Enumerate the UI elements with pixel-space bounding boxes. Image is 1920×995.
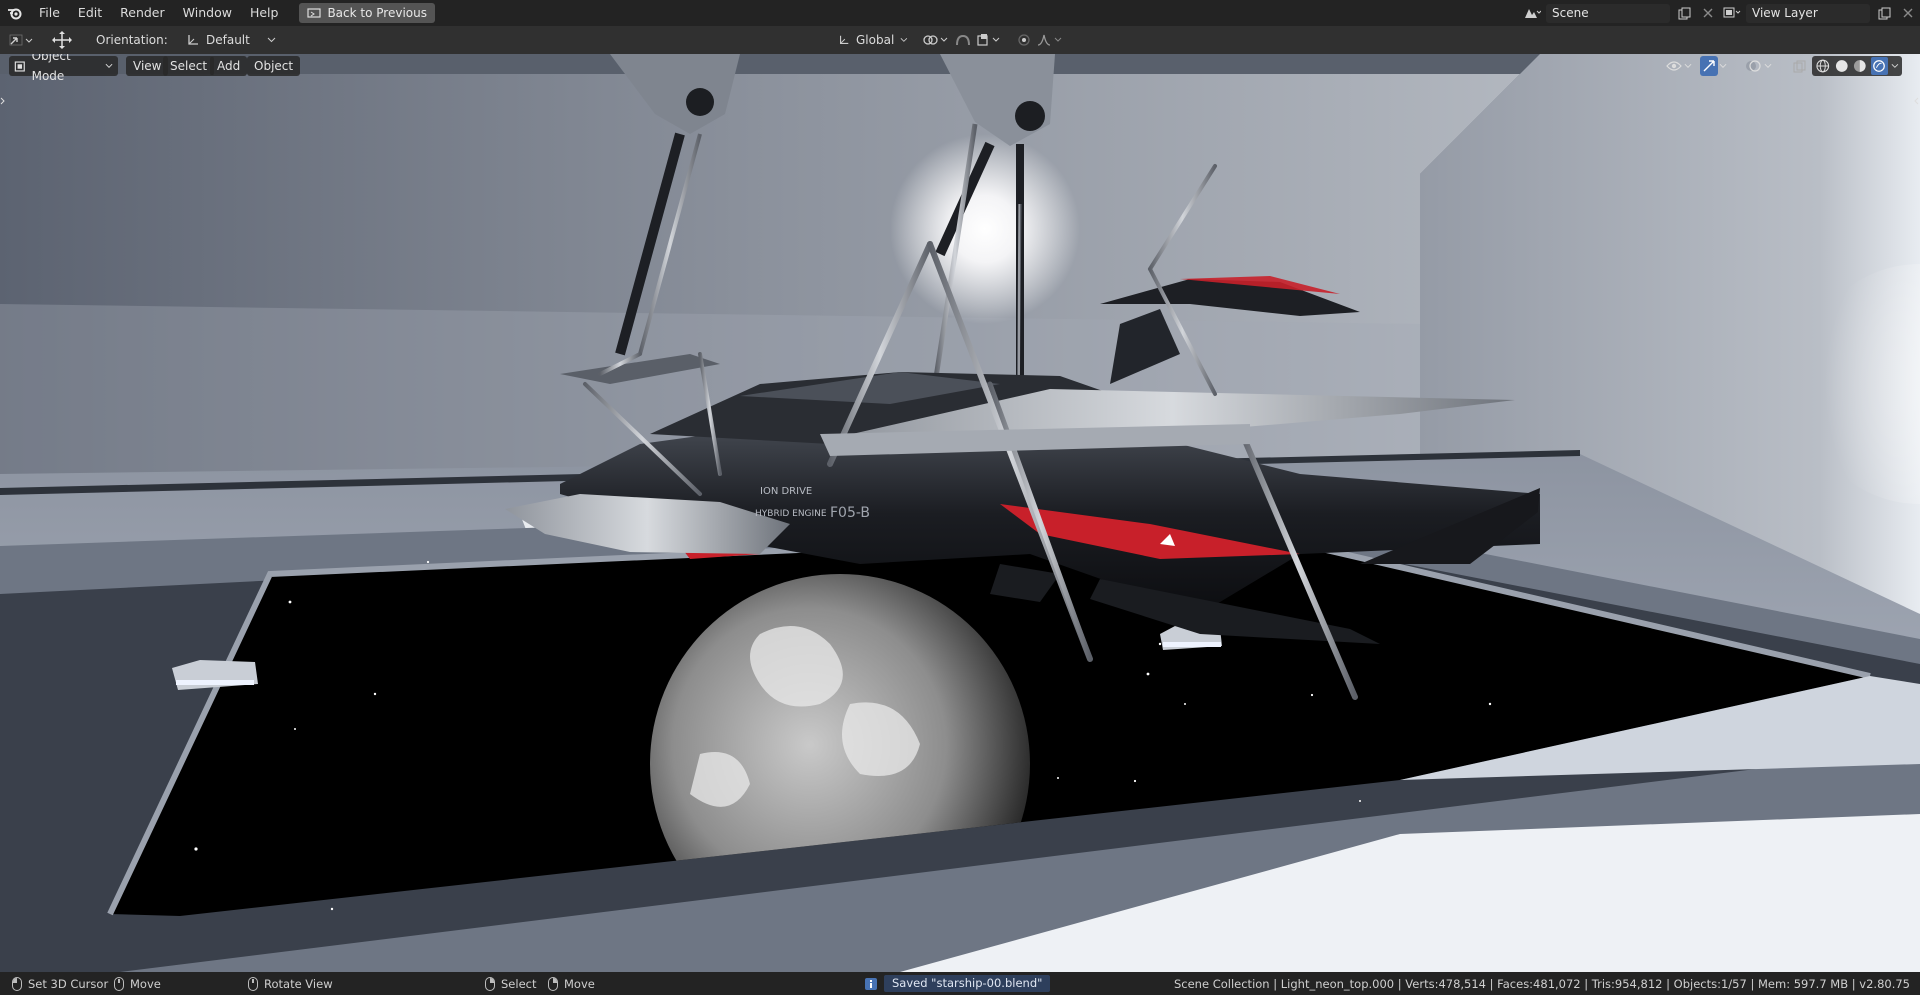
viewport-menu-object[interactable]: Object [247,56,301,76]
sidebar-collapse-arrow-icon[interactable] [1912,94,1920,108]
top-bar: File Edit Render Window Help Back to Pre… [0,0,1920,26]
object-mode-label: Object Mode [31,54,71,83]
toolbar-collapse-arrow-icon[interactable] [0,94,6,108]
chevron-down-icon [1684,63,1692,68]
link-icon [923,35,948,45]
scene-name-field[interactable]: Scene [1546,3,1670,23]
new-scene-icon[interactable] [1674,4,1694,23]
shading-mode-group [1812,56,1902,76]
pivot-point-dropdown[interactable] [922,30,950,50]
menu-help[interactable]: Help [241,3,288,23]
menu-file[interactable]: File [30,3,69,23]
status-hint-cursor-label: Set 3D Cursor [28,976,109,991]
chevron-down-icon [900,37,908,42]
chevron-down-icon [1719,63,1727,68]
object-mode-dropdown[interactable]: Object Mode [9,54,118,83]
mouse-right-drag-icon [548,976,558,991]
saved-message: Saved "starship-00.blend" [884,975,1051,992]
visibility-dropdown[interactable] [1662,56,1696,76]
back-to-previous-label: Back to Previous [327,6,427,20]
wireframe-shading-icon[interactable] [1815,58,1831,74]
snap-toggle-icon[interactable] [954,30,972,50]
status-hint-move-2: Move [548,972,595,995]
viewport-menu-add[interactable]: Add [210,56,248,76]
3d-viewport[interactable]: ION DRIVE HYBRID ENGINE F05-B Object Mod… [0,54,1920,972]
xray-toggle-icon[interactable] [1790,56,1808,76]
info-icon [865,977,877,990]
menu-edit[interactable]: Edit [69,3,111,23]
new-view-layer-icon[interactable] [1874,4,1894,23]
snap-increment-icon [977,34,1000,46]
scene-selector: Scene [1522,3,1718,23]
menu-render[interactable]: Render [111,3,174,23]
falloff-curve-icon [1037,34,1062,46]
editor-type-dropdown[interactable] [8,30,34,50]
status-message: Saved "starship-00.blend" [864,972,1051,995]
scene-browse-icon[interactable] [1522,4,1542,23]
axis-icon [188,35,198,45]
editor-type-icon [9,34,33,46]
orientation-value: Default [206,33,250,47]
hull-drive-text: ION DRIVE [760,486,812,497]
delete-view-layer-icon[interactable] [1898,4,1918,23]
hull-engine-text: HYBRID ENGINE [755,509,827,519]
screen-icon [307,7,322,18]
mouse-middle-icon [248,976,258,991]
gizmo-dropdown[interactable] [1719,56,1733,76]
status-hint-move-label: Move [130,976,161,991]
status-bar: Set 3D Cursor Move Rotate View Select Mo… [0,972,1920,995]
chevron-down-icon [1764,63,1772,68]
status-hint-select-label: Select [501,976,537,991]
chevron-down-icon[interactable] [1891,63,1899,69]
mouse-drag-icon [114,976,124,991]
object-mode-icon [14,60,25,72]
status-hint-select: Select [485,972,536,995]
view-layer-name-field[interactable]: View Layer [1746,3,1870,23]
rendered-shading-icon[interactable] [1870,57,1889,75]
proportional-edit-icon[interactable] [1016,30,1032,50]
tool-settings-bar: Orientation: Default Global [0,26,1920,54]
overlays-icon [1746,60,1761,72]
orientation-dropdown[interactable]: Default [180,30,282,50]
scene-statistics: Scene Collection | Light_neon_top.000 | … [1173,976,1910,991]
status-hint-rotate-label: Rotate View [264,976,333,991]
view-layer-selector: View Layer [1722,3,1918,23]
status-hint-move: Move [114,972,161,995]
transform-orientation-dropdown[interactable]: Global [832,30,914,50]
eye-icon [1666,61,1682,71]
chevron-down-icon [105,63,113,68]
move-tool-icon[interactable] [50,30,74,50]
status-hint-move-2-label: Move [564,976,595,991]
blender-logo-icon[interactable] [0,0,30,26]
back-to-previous-button[interactable]: Back to Previous [299,3,435,23]
mouse-right-icon [485,976,495,991]
material-shading-icon[interactable] [1852,58,1868,74]
transform-orientation-value: Global [856,33,895,47]
falloff-dropdown[interactable] [1036,30,1066,50]
chevron-down-icon [267,37,276,43]
status-hint-cursor: Set 3D Cursor [12,972,108,995]
delete-scene-icon[interactable] [1698,4,1718,23]
view-layer-browse-icon[interactable] [1722,4,1742,23]
mouse-left-icon [12,976,22,991]
gizmo-toggle-icon[interactable] [1700,56,1718,76]
menu-window[interactable]: Window [174,3,241,23]
viewport-menu-select[interactable]: Select [163,56,215,76]
status-hint-rotate: Rotate View [248,972,333,995]
snap-target-dropdown[interactable] [976,30,1004,50]
overlays-dropdown[interactable] [1742,56,1778,76]
hull-model-text: F05-B [830,505,870,521]
global-axis-icon [840,35,849,44]
viewport-render: ION DRIVE HYBRID ENGINE F05-B [0,54,1920,972]
orientation-label: Orientation: [96,33,168,47]
viewport-header: Object Mode View Select Add Object [0,54,1920,83]
solid-shading-icon[interactable] [1834,58,1850,74]
